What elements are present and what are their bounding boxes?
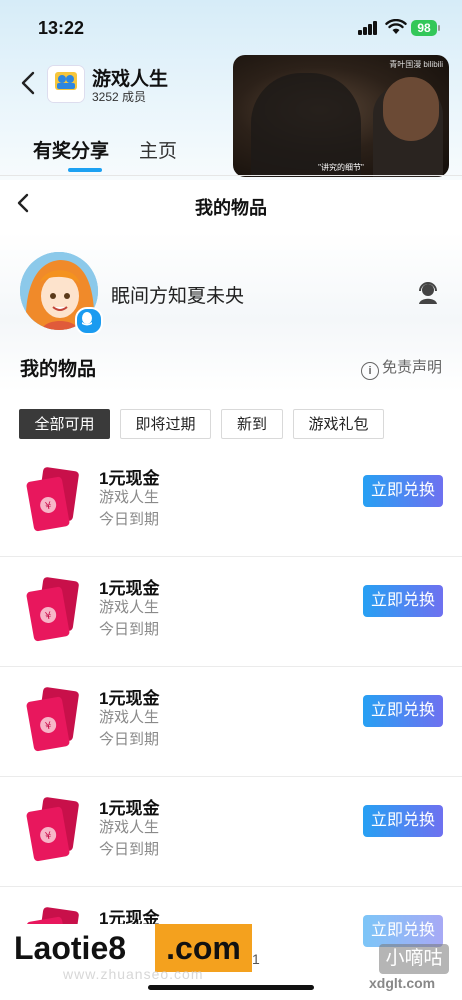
video-watermark: 青叶国漫 bilibili — [389, 60, 443, 69]
list-item: ¥ 1元现金 游戏人生 今日到期 立即兑换 — [0, 777, 462, 887]
home-indicator[interactable] — [148, 985, 314, 990]
redeem-button[interactable]: 立即兑换 — [363, 915, 443, 947]
item-source: 游戏人生 — [99, 599, 160, 616]
qq-badge-icon — [75, 307, 103, 335]
watermark-logo-left: Laotie8 — [10, 924, 155, 972]
floating-video-player[interactable]: 青叶国漫 bilibili "讲究的细节" — [233, 55, 449, 177]
disclaimer-label: 免责声明 — [382, 359, 443, 376]
active-tab-indicator — [68, 168, 102, 172]
watermark-site-text: www.zhuanseo.com — [63, 966, 204, 982]
filter-all-available[interactable]: 全部可用 — [19, 409, 110, 439]
status-bar: 13:22 98 — [0, 0, 462, 58]
item-source: 游戏人生 — [99, 819, 160, 836]
back-icon[interactable] — [18, 70, 40, 96]
page-title: 我的物品 — [195, 198, 267, 218]
customer-service-icon[interactable] — [416, 280, 440, 306]
red-envelope-icon: ¥ — [26, 577, 79, 642]
watermark-xd-url: xdglt.com — [369, 975, 436, 991]
page-number: 1 — [252, 951, 260, 967]
tab-divider — [0, 175, 462, 176]
tab-reward-share[interactable]: 有奖分享 — [33, 136, 109, 163]
red-envelope-icon: ¥ — [26, 797, 79, 862]
list-item: ¥ 1元现金 游戏人生 今日到期 立即兑换 — [0, 447, 462, 557]
section-title: 我的物品 — [20, 359, 97, 380]
red-envelope-icon: ¥ — [26, 687, 79, 752]
group-member-count: 3252 成员 — [92, 90, 147, 104]
battery-tip — [438, 25, 440, 31]
redeem-button[interactable]: 立即兑换 — [363, 475, 443, 507]
filter-expiring-soon[interactable]: 即将过期 — [120, 409, 211, 439]
redeem-button[interactable]: 立即兑换 — [363, 585, 443, 617]
group-logo[interactable] — [47, 65, 85, 103]
wifi-icon — [385, 19, 407, 34]
list-item: ¥ 1元现金 游戏人生 今日到期 立即兑换 — [0, 557, 462, 667]
filter-game-gift[interactable]: 游戏礼包 — [293, 409, 384, 439]
battery-icon: 98 — [411, 20, 437, 36]
redeem-button[interactable]: 立即兑换 — [363, 805, 443, 837]
list-item: ¥ 1元现金 游戏人生 今日到期 立即兑换 — [0, 667, 462, 777]
video-figure — [383, 77, 439, 141]
info-icon: i — [361, 362, 379, 380]
item-expiry: 今日到期 — [99, 731, 160, 748]
disclaimer-link[interactable]: i 免责声明 — [361, 356, 442, 380]
red-envelope-icon: ¥ — [26, 467, 79, 532]
tab-home[interactable]: 主页 — [139, 136, 177, 163]
status-time: 13:22 — [38, 18, 85, 38]
redeem-button[interactable]: 立即兑换 — [363, 695, 443, 727]
watermark-xd-logo: 小嘀咕 — [379, 944, 449, 974]
item-expiry: 今日到期 — [99, 511, 160, 528]
group-name: 游戏人生 — [92, 69, 169, 90]
item-source: 游戏人生 — [99, 489, 160, 506]
user-name: 眠间方知夏未央 — [111, 286, 245, 307]
video-caption: "讲究的细节" — [318, 163, 364, 172]
watermark-logo-right: .com — [155, 924, 252, 972]
signal-icon — [358, 21, 378, 35]
item-expiry: 今日到期 — [99, 621, 160, 638]
filter-new[interactable]: 新到 — [221, 409, 283, 439]
item-source: 游戏人生 — [99, 709, 160, 726]
group-logo-image — [48, 66, 84, 102]
item-expiry: 今日到期 — [99, 841, 160, 858]
watermark-logo: Laotie8 .com — [10, 924, 252, 972]
